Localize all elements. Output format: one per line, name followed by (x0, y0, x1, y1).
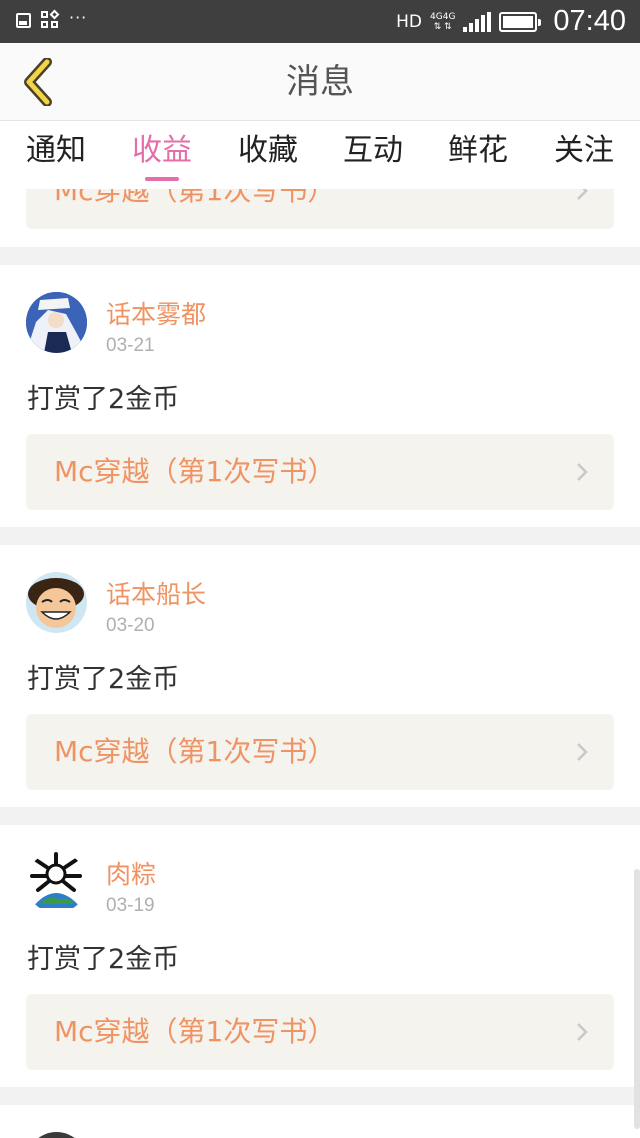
status-bar: ··· HD 4G4G ⇅ ⇅ 07:40 (0, 0, 640, 43)
message-list[interactable]: Mc穿越（第1次写书） 话本雾都 03-21 打赏了2金币 Mc穿越（第1次写书… (0, 189, 640, 1138)
page-title: 消息 (286, 62, 354, 102)
chevron-right-icon (577, 1023, 588, 1041)
list-item: 话本船长 03-20 打赏了2金币 Mc穿越（第1次写书） (0, 545, 640, 807)
message-date: 03-19 (106, 895, 155, 916)
image-notification-icon (16, 12, 31, 28)
message-date: 03-21 (106, 335, 155, 356)
scrollbar[interactable] (634, 869, 640, 1129)
list-item: Mc穿越（第1次写书） (0, 189, 640, 247)
tab-bar: 通知 收益 收藏 互动 鲜花 关注 (0, 121, 640, 189)
avatar[interactable] (26, 572, 87, 633)
clock: 07:40 (553, 5, 626, 37)
book-title: Mc穿越（第1次写书） (54, 455, 336, 488)
active-tab-indicator (145, 177, 179, 181)
more-notifications-icon: ··· (69, 7, 88, 27)
tab-notifications[interactable]: 通知 (16, 121, 96, 189)
tab-earnings[interactable]: 收益 (122, 121, 202, 189)
message-text: 打赏了2金币 (27, 664, 180, 695)
list-item (0, 1105, 640, 1138)
avatar[interactable] (26, 292, 87, 353)
app-grid-notification-icon (41, 9, 60, 29)
book-link[interactable]: Mc穿越（第1次写书） (26, 189, 614, 229)
book-title: Mc穿越（第1次写书） (54, 1015, 336, 1048)
book-title: Mc穿越（第1次写书） (54, 735, 336, 768)
signal-icon (463, 11, 492, 32)
book-link[interactable]: Mc穿越（第1次写书） (26, 714, 614, 790)
username[interactable]: 话本船长 (106, 575, 206, 611)
book-link[interactable]: Mc穿越（第1次写书） (26, 994, 614, 1070)
chevron-right-icon (577, 743, 588, 761)
battery-icon (499, 11, 542, 32)
list-item: 话本雾都 03-21 打赏了2金币 Mc穿越（第1次写书） (0, 265, 640, 527)
network-type-indicator: 4G4G ⇅ ⇅ (430, 11, 456, 32)
tab-favorites[interactable]: 收藏 (228, 121, 308, 189)
book-link[interactable]: Mc穿越（第1次写书） (26, 434, 614, 510)
tab-interactions[interactable]: 互动 (333, 121, 413, 189)
message-text: 打赏了2金币 (27, 384, 180, 415)
username[interactable]: 肉粽 (106, 855, 156, 891)
avatar[interactable] (26, 1132, 87, 1138)
tab-flowers[interactable]: 鲜花 (438, 121, 518, 189)
book-title: Mc穿越（第1次写书） (54, 189, 336, 207)
message-date: 03-20 (106, 615, 155, 636)
tab-following[interactable]: 关注 (544, 121, 624, 189)
chevron-right-icon (577, 463, 588, 481)
chevron-right-icon (577, 189, 588, 200)
avatar[interactable] (26, 852, 87, 913)
username[interactable]: 话本雾都 (106, 295, 206, 331)
list-item: 肉粽 03-19 打赏了2金币 Mc穿越（第1次写书） (0, 825, 640, 1087)
title-bar: 消息 (0, 43, 640, 121)
hd-indicator: HD (396, 11, 423, 32)
message-text: 打赏了2金币 (27, 944, 180, 975)
